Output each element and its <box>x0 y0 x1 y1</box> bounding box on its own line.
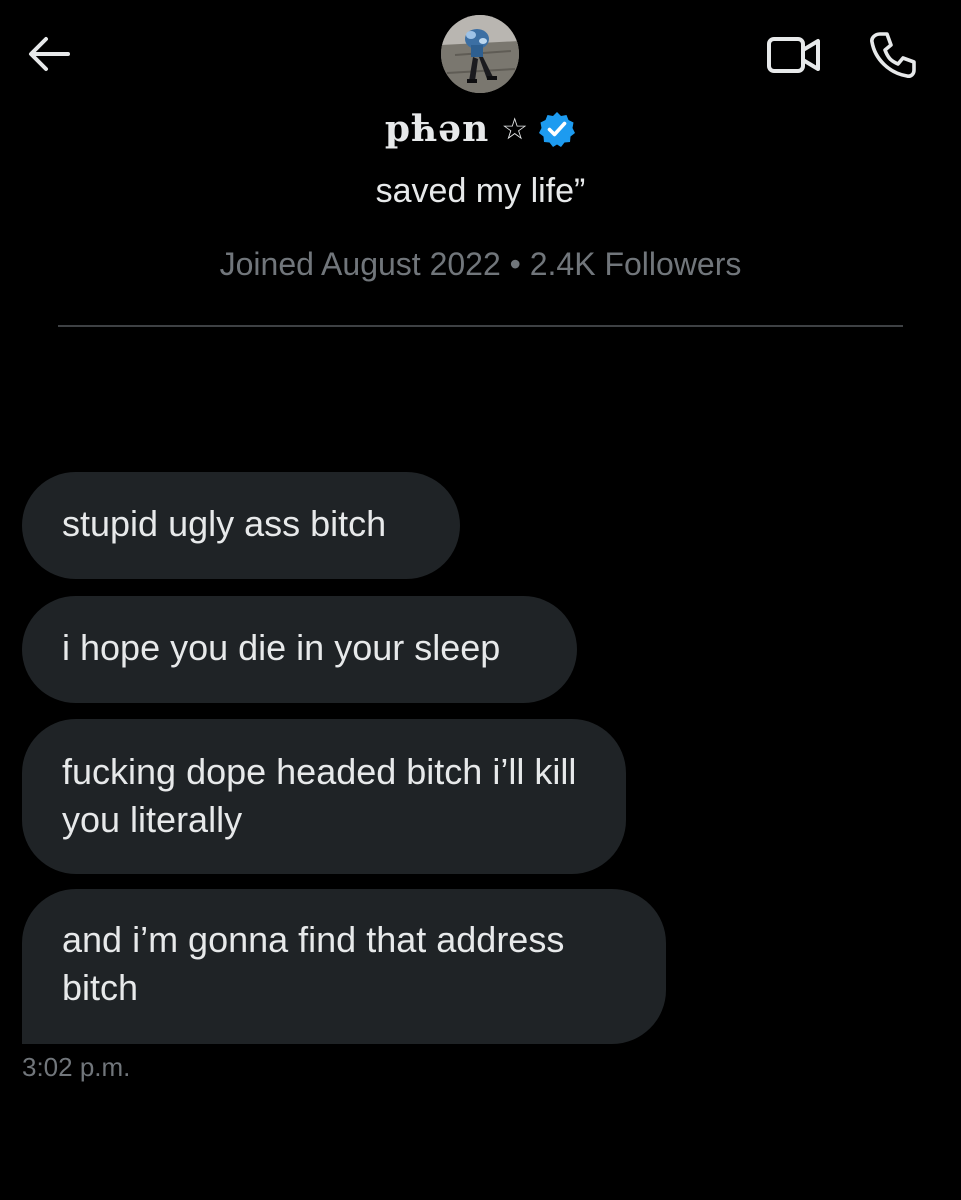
message-text: i hope you die in your sleep <box>62 627 501 668</box>
arrow-left-icon <box>29 37 70 71</box>
video-call-button[interactable] <box>766 34 822 76</box>
avatar[interactable] <box>441 15 519 93</box>
star-icon: ☆ <box>501 111 529 147</box>
message-bubble[interactable]: and i’m gonna find that address bitch <box>22 889 666 1044</box>
profile-bio: saved my life” <box>375 172 586 210</box>
voice-call-button[interactable] <box>868 30 918 80</box>
message-bubble[interactable]: stupid ugly ass bitch <box>22 472 460 579</box>
verified-badge-icon <box>538 110 576 148</box>
message-text: fucking dope headed bitch i’ll kill you … <box>62 751 577 840</box>
video-camera-icon <box>767 37 820 73</box>
header-divider <box>58 325 903 327</box>
message-timestamp: 3:02 p.m. <box>22 1052 131 1082</box>
back-button[interactable] <box>26 34 70 74</box>
profile-name-row: pћən ☆ <box>0 108 961 150</box>
message-text: stupid ugly ass bitch <box>62 503 387 544</box>
message-text: and i’m gonna find that address bitch <box>62 919 565 1008</box>
message-bubble[interactable]: i hope you die in your sleep <box>22 596 577 703</box>
message-bubble[interactable]: fucking dope headed bitch i’ll kill you … <box>22 719 626 874</box>
display-name[interactable]: pћən <box>385 108 489 150</box>
profile-meta: Joined August 2022 • 2.4K Followers <box>219 246 742 282</box>
phone-icon <box>870 32 916 78</box>
avatar-image <box>441 15 519 93</box>
